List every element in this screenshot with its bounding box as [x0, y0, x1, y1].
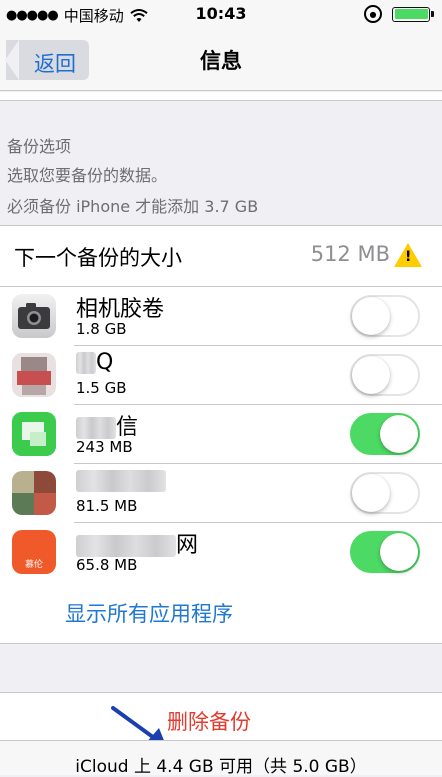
section-header: 备份选项	[7, 137, 72, 156]
backup-toggle[interactable]	[350, 295, 420, 337]
app-icon-label: 慕伦	[24, 560, 43, 570]
orange-app-icon: 慕伦	[12, 530, 56, 574]
qq-app-icon	[12, 353, 56, 397]
app-size: 1.5 GB	[76, 379, 127, 397]
status-right: ●	[364, 5, 434, 23]
camera-app-icon	[12, 294, 56, 338]
app-row-qq: Q 1.5 GB	[0, 346, 442, 405]
app-size: 1.8 GB	[76, 320, 127, 338]
toggle-knob	[380, 533, 418, 571]
app-row-orange-app: 慕伦 网 65.8 MB	[0, 523, 442, 582]
next-backup-size-row: 下一个备份的大小 512 MB !	[0, 226, 442, 287]
backup-toggle[interactable]	[350, 531, 420, 573]
battery-icon	[392, 6, 434, 22]
app-row-wechat: 信 243 MB	[0, 405, 442, 464]
toggle-knob	[352, 297, 390, 335]
backup-toggle[interactable]	[350, 413, 420, 455]
backup-options-list: 下一个备份的大小 512 MB ! 相机胶卷 1.8 GB Q 1.5 GB 信…	[0, 225, 442, 644]
next-backup-size-value: 512 MB	[310, 242, 390, 266]
app-name	[76, 468, 166, 493]
battery-body	[392, 6, 430, 22]
app-name: 信	[76, 409, 138, 441]
app-size: 243 MB	[76, 438, 133, 456]
show-all-apps-link[interactable]: 显示所有应用程序	[65, 598, 233, 628]
page-title: 信息	[200, 49, 242, 73]
app-size: 81.5 MB	[76, 497, 138, 515]
next-backup-size-label: 下一个备份的大小	[14, 246, 182, 270]
battery-fill	[394, 9, 428, 19]
delete-backup-button[interactable]: 删除备份	[167, 706, 251, 736]
backup-toggle[interactable]	[350, 472, 420, 514]
app-row-blurred-app: 81.5 MB	[0, 464, 442, 523]
toggle-knob	[352, 474, 390, 512]
blurred-app-icon	[12, 471, 56, 515]
app-size: 65.8 MB	[76, 556, 138, 574]
toggle-knob	[380, 415, 418, 453]
delete-backup-row[interactable]: 删除备份	[0, 692, 442, 741]
app-row-camera-roll: 相机胶卷 1.8 GB	[0, 287, 442, 346]
app-name: Q	[76, 350, 113, 375]
status-bar: ●●●●● 中国移动 10:43 ●	[0, 0, 442, 30]
icloud-storage-text: iCloud 上 4.4 GB 可用（共 5.0 GB）	[75, 757, 367, 777]
section-description-line1: 选取您要备份的数据。	[7, 166, 168, 185]
warning-icon: !	[394, 243, 422, 267]
wechat-app-icon	[12, 412, 56, 456]
backup-toggle[interactable]	[350, 354, 420, 396]
toggle-knob	[352, 356, 390, 394]
upper-group-bottom	[0, 92, 442, 101]
section-description-line2: 必须备份 iPhone 才能添加 3.7 GB	[7, 197, 259, 216]
battery-tip	[431, 11, 434, 17]
app-name: 相机胶卷	[76, 297, 165, 322]
app-name: 网	[76, 527, 198, 559]
navigation-bar: 返回 信息	[0, 30, 442, 91]
rotation-lock-icon: ●	[364, 5, 382, 23]
storage-footer: iCloud 上 4.4 GB 可用（共 5.0 GB）	[0, 740, 442, 777]
